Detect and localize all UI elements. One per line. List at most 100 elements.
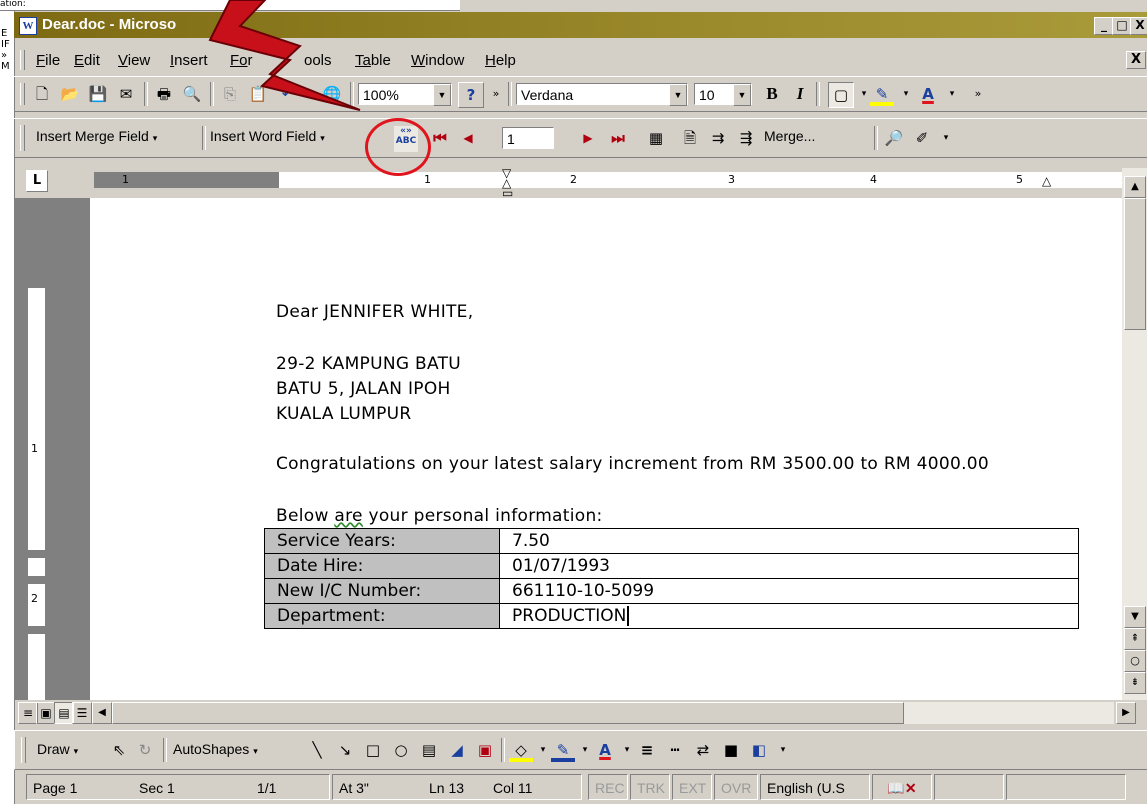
open-folder-icon[interactable]: 📂: [58, 82, 82, 106]
word-app-icon[interactable]: W: [19, 17, 37, 35]
status-ext[interactable]: EXT: [672, 774, 712, 800]
clip-art-icon[interactable]: ▣: [473, 738, 497, 762]
minimize-button[interactable]: _: [1094, 17, 1114, 35]
select-browse-object-icon[interactable]: ○: [1124, 650, 1146, 672]
table-value-cell[interactable]: 661110-10-5099: [499, 578, 1079, 604]
close-button[interactable]: X: [1130, 17, 1147, 35]
outline-view-icon[interactable]: ☰: [72, 702, 92, 724]
horizontal-ruler[interactable]: L 1 1 2 3 4 5 ▽ △ ▭ △: [14, 160, 1147, 199]
zoom-dropdown-icon[interactable]: ▼: [433, 84, 451, 106]
mail-merge-helper-icon[interactable]: ▦: [644, 126, 668, 150]
record-number-input[interactable]: 1: [502, 127, 554, 149]
insert-word-field-button[interactable]: Insert Word Field ▾: [210, 128, 325, 144]
horizontal-scroll-thumb[interactable]: [112, 702, 904, 724]
bold-button[interactable]: B: [760, 82, 784, 106]
close-document-button[interactable]: X: [1126, 51, 1146, 69]
merge-to-new-document-icon[interactable]: ⇉: [706, 126, 730, 150]
maximize-button[interactable]: □: [1112, 17, 1132, 35]
table-label-cell[interactable]: New I/C Number:: [264, 578, 500, 604]
web-layout-view-icon[interactable]: ▣: [36, 702, 56, 724]
autoshapes-menu-button[interactable]: AutoShapes ▾: [173, 741, 258, 757]
save-icon[interactable]: 💾: [86, 82, 110, 106]
previous-page-icon[interactable]: ⇞: [1124, 628, 1146, 650]
border-icon[interactable]: ▢: [828, 82, 854, 108]
toolbar-options-icon[interactable]: ▾: [771, 738, 795, 762]
insert-merge-field-button[interactable]: Insert Merge Field ▾: [36, 128, 157, 144]
3d-icon[interactable]: ◧: [747, 738, 771, 762]
dash-style-icon[interactable]: ┅: [663, 738, 687, 762]
scroll-left-icon[interactable]: ◀: [92, 702, 112, 724]
fill-color-icon[interactable]: ◇: [509, 738, 533, 762]
normal-view-icon[interactable]: ≡: [18, 702, 38, 724]
draw-menu-button[interactable]: Draw ▾: [37, 741, 78, 757]
table-label-cell[interactable]: Date Hire:: [264, 553, 500, 579]
menu-view[interactable]: View: [118, 52, 150, 69]
scroll-thumb[interactable]: [1124, 198, 1146, 330]
table-label-cell[interactable]: Department:: [264, 603, 500, 629]
right-indent-marker-icon[interactable]: △: [1042, 174, 1051, 188]
merge-to-printer-icon[interactable]: ⇶: [734, 126, 758, 150]
merge-button[interactable]: Merge...: [764, 128, 815, 144]
text-box-icon[interactable]: ▤: [417, 738, 441, 762]
toolbar-grip[interactable]: [20, 125, 25, 151]
new-document-icon[interactable]: 🗋: [30, 82, 54, 106]
arrow-icon[interactable]: ↘: [333, 738, 357, 762]
vertical-scrollbar[interactable]: ▲ ▼ ⇞ ○ ⇟: [1122, 168, 1147, 700]
toolbar-options-icon[interactable]: ▾: [934, 126, 958, 150]
status-language[interactable]: English (U.S: [760, 774, 870, 800]
document-page[interactable]: Dear JENNIFER WHITE, 29-2 KAMPUNG BATU B…: [90, 198, 1122, 700]
rectangle-icon[interactable]: □: [361, 738, 385, 762]
font-size-dropdown-icon[interactable]: ▼: [733, 84, 751, 106]
horizontal-scroll-track[interactable]: [904, 702, 1114, 724]
menubar-grip[interactable]: [20, 50, 25, 70]
font-color-icon[interactable]: A: [593, 738, 617, 762]
status-trk[interactable]: TRK: [630, 774, 670, 800]
find-record-icon[interactable]: 🔎: [882, 126, 906, 150]
next-record-icon[interactable]: ▶: [576, 126, 600, 150]
table-value-cell[interactable]: 01/07/1993: [499, 553, 1079, 579]
menu-edit[interactable]: Edit: [74, 52, 100, 69]
highlight-icon[interactable]: ✎: [870, 82, 894, 106]
line-icon[interactable]: ╲: [305, 738, 329, 762]
toolbar-grip[interactable]: [21, 737, 26, 763]
toolbar-grip[interactable]: [20, 83, 25, 105]
scroll-right-icon[interactable]: ▶: [1116, 702, 1136, 724]
email-icon[interactable]: ✉: [114, 82, 138, 106]
shadow-icon[interactable]: ■: [719, 738, 743, 762]
select-objects-icon[interactable]: ⇖: [107, 738, 131, 762]
line-style-icon[interactable]: ≡: [635, 738, 659, 762]
help-icon[interactable]: ?: [458, 82, 484, 108]
font-dropdown-icon[interactable]: ▼: [669, 84, 687, 106]
status-rec[interactable]: REC: [588, 774, 628, 800]
arrow-style-icon[interactable]: ⇄: [691, 738, 715, 762]
highlight-dropdown-icon[interactable]: ▾: [894, 82, 918, 106]
table-value-cell[interactable]: PRODUCTION​: [499, 603, 1079, 629]
vertical-ruler[interactable]: 1 2: [28, 198, 45, 700]
menu-file[interactable]: File: [36, 52, 60, 69]
menu-help[interactable]: Help: [485, 52, 516, 69]
spelling-status-icon[interactable]: 📖✕: [872, 774, 932, 800]
more-buttons-icon[interactable]: »: [966, 82, 990, 106]
italic-button[interactable]: I: [788, 82, 812, 106]
scroll-up-icon[interactable]: ▲: [1124, 176, 1146, 198]
font-color-dropdown-icon[interactable]: ▾: [940, 82, 964, 106]
previous-record-icon[interactable]: ◀: [456, 126, 480, 150]
scroll-down-icon[interactable]: ▼: [1124, 606, 1146, 628]
more-buttons-icon[interactable]: »: [484, 82, 508, 106]
wordart-icon[interactable]: ◢: [445, 738, 469, 762]
status-ovr[interactable]: OVR: [714, 774, 758, 800]
next-page-icon[interactable]: ⇟: [1124, 672, 1146, 694]
tab-selector-icon[interactable]: L: [26, 170, 48, 192]
first-record-icon[interactable]: ⏮: [428, 126, 452, 150]
oval-icon[interactable]: ○: [389, 738, 413, 762]
table-value-cell[interactable]: 7.50: [499, 528, 1079, 554]
print-layout-view-icon[interactable]: ▤: [54, 702, 74, 724]
font-size-combo[interactable]: 10 ▼: [694, 83, 752, 106]
edit-data-source-icon[interactable]: ✐: [910, 126, 934, 150]
check-for-errors-icon[interactable]: 🗎: [678, 126, 702, 150]
indent-marker-icon[interactable]: ▽ △ ▭: [502, 167, 513, 199]
free-rotate-icon[interactable]: ↻: [133, 738, 157, 762]
font-combo[interactable]: Verdana ▼: [516, 83, 688, 106]
table-label-cell[interactable]: Service Years:: [264, 528, 500, 554]
line-color-icon[interactable]: ✎: [551, 738, 575, 762]
